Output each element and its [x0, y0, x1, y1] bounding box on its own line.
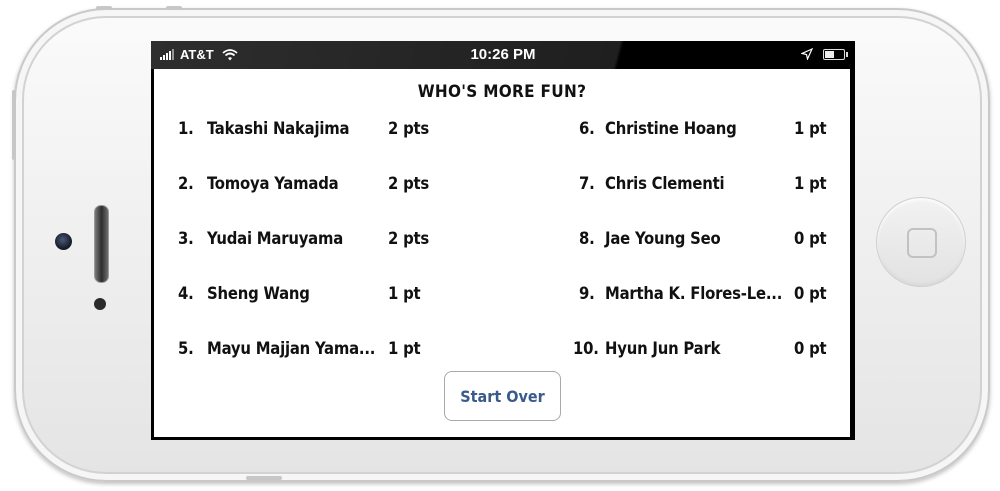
rank-label: 8.: [579, 229, 595, 248]
speaker-grille: [94, 205, 109, 283]
points-label: 1 pt: [388, 339, 421, 358]
battery-icon: [823, 48, 848, 60]
player-name: Yudai Maruyama: [207, 229, 344, 248]
mute-switch: [12, 90, 16, 160]
screen: AT&T 10:26 PM WHO'S MORE FUN? 1. Takashi…: [151, 41, 855, 440]
score-row: 6. Christine Hoang 1 pt: [574, 119, 844, 143]
player-name: Sheng Wang: [207, 284, 310, 303]
player-name: Christine Hoang: [605, 119, 737, 138]
home-square-icon: [907, 228, 937, 258]
points-label: 0 pt: [794, 229, 827, 248]
points-label: 1 pt: [794, 119, 827, 138]
points-label: 2 pts: [388, 119, 430, 138]
player-name: Martha K. Flores-Le...: [605, 284, 783, 303]
volume-up-button: [96, 6, 112, 10]
score-row: 2. Tomoya Yamada 2 pts: [178, 174, 478, 198]
points-label: 1 pt: [794, 174, 827, 193]
rank-label: 2.: [178, 174, 194, 193]
location-icon: [801, 48, 813, 60]
rank-label: 7.: [579, 174, 595, 193]
scoreboard: WHO'S MORE FUN? 1. Takashi Nakajima 2 pt…: [154, 69, 850, 437]
score-row: 4. Sheng Wang 1 pt: [178, 284, 478, 308]
points-label: 0 pt: [794, 284, 827, 303]
points-label: 1 pt: [388, 284, 421, 303]
score-row: 5. Mayu Majjan Yama... 1 pt: [178, 339, 478, 363]
points-label: 2 pts: [388, 174, 430, 193]
score-row: 7. Chris Clementi 1 pt: [574, 174, 844, 198]
player-name: Jae Young Seo: [605, 229, 721, 248]
player-name: Tomoya Yamada: [207, 174, 339, 193]
score-row: 10. Hyun Jun Park 0 pt: [573, 339, 844, 363]
points-label: 2 pts: [388, 229, 430, 248]
score-row: 3. Yudai Maruyama 2 pts: [178, 229, 478, 253]
status-bar: AT&T 10:26 PM: [151, 41, 855, 69]
page-title: WHO'S MORE FUN?: [417, 82, 587, 102]
score-row: 8. Jae Young Seo 0 pt: [574, 229, 844, 253]
rank-label: 6.: [579, 119, 595, 138]
points-label: 0 pt: [794, 339, 827, 358]
rank-label: 9.: [579, 284, 595, 303]
rank-label: 4.: [178, 284, 194, 303]
score-row: 1. Takashi Nakajima 2 pts: [178, 119, 478, 143]
player-name: Takashi Nakajima: [207, 119, 350, 138]
player-name: Hyun Jun Park: [605, 339, 721, 358]
player-name: Mayu Majjan Yama...: [207, 339, 376, 358]
player-name: Chris Clementi: [605, 174, 725, 193]
score-row: 9. Martha K. Flores-Le... 0 pt: [574, 284, 844, 308]
rank-label: 10.: [573, 339, 599, 358]
rank-label: 1.: [178, 119, 194, 138]
front-camera-icon: [55, 233, 72, 250]
power-button: [246, 476, 282, 480]
volume-down-button: [166, 6, 182, 10]
rank-label: 3.: [178, 229, 194, 248]
rank-label: 5.: [178, 339, 194, 358]
home-button[interactable]: [876, 197, 966, 287]
status-time: 10:26 PM: [470, 46, 536, 63]
start-over-button[interactable]: Start Over: [444, 371, 561, 421]
proximity-sensor: [94, 298, 106, 310]
